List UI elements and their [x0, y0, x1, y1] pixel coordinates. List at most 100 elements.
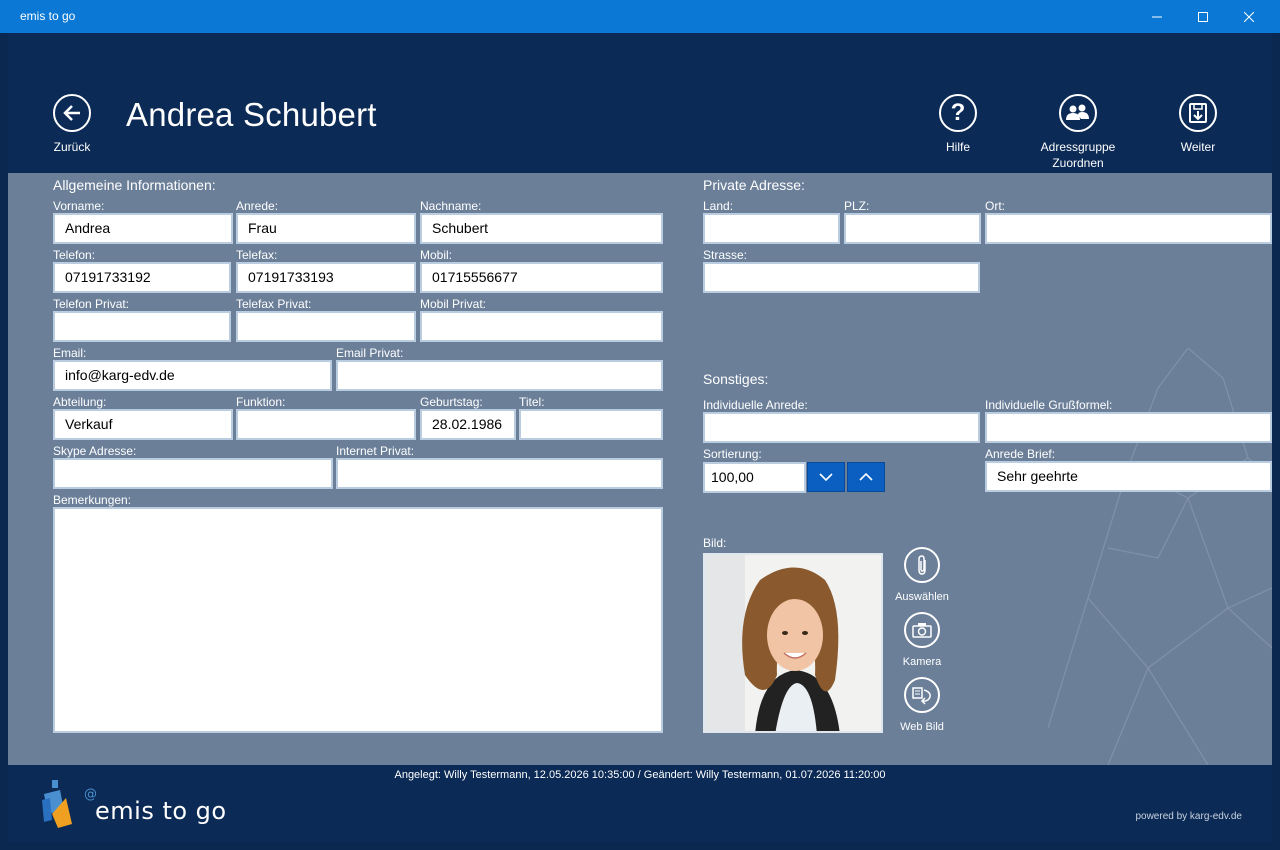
close-button[interactable]	[1226, 0, 1272, 33]
anrede-field[interactable]: Frau	[236, 213, 416, 244]
geburtstag-field[interactable]: 28.02.1986	[420, 409, 516, 440]
window-title: emis to go	[20, 9, 76, 23]
paperclip-icon	[918, 555, 926, 575]
users-icon	[1066, 104, 1089, 120]
select-image-label: Auswählen	[895, 591, 949, 603]
anrede-brief-label: Anrede Brief:	[985, 447, 1056, 461]
sortierung-up-button[interactable]	[847, 462, 885, 492]
funktion-field[interactable]	[236, 409, 416, 440]
arrow-left-icon	[63, 105, 80, 121]
email-field[interactable]: info@karg-edv.de	[53, 360, 332, 391]
telefon-label: Telefon:	[53, 248, 96, 262]
mobil-field[interactable]: 01715556677	[420, 262, 663, 293]
help-button[interactable]: ?	[939, 94, 977, 132]
camera-button[interactable]	[904, 612, 940, 648]
plz-label: PLZ:	[844, 199, 870, 213]
maximize-icon	[1198, 11, 1208, 22]
telefax-privat-label: Telefax Privat:	[236, 297, 312, 311]
email-privat-label: Email Privat:	[336, 346, 404, 360]
back-label: Zurück	[53, 140, 91, 154]
title-bar: emis to go	[0, 0, 1280, 33]
anrede-label: Anrede:	[236, 199, 279, 213]
maximize-button[interactable]	[1180, 0, 1226, 33]
question-icon: ?	[950, 99, 966, 126]
nachname-field[interactable]: Schubert	[420, 213, 663, 244]
save-icon	[1189, 103, 1207, 123]
select-image-button[interactable]	[904, 547, 940, 583]
web-image-icon	[912, 687, 931, 705]
help-label: Hilfe	[945, 140, 970, 154]
page-title: Andrea Schubert	[126, 96, 377, 133]
powered-by: powered by karg-edv.de	[1135, 811, 1242, 822]
image-label: Bild:	[703, 536, 727, 550]
camera-icon	[912, 623, 932, 638]
titel-label: Titel:	[519, 395, 545, 409]
email-label: Email:	[53, 346, 87, 360]
nachname-label: Nachname:	[420, 199, 482, 213]
individuelle-grussformel-label: Individuelle Grußformel:	[985, 398, 1113, 412]
address-group-button[interactable]	[1059, 94, 1097, 132]
back-button[interactable]	[53, 94, 91, 132]
internet-privat-field[interactable]	[336, 458, 663, 489]
mobil-privat-field[interactable]	[420, 311, 663, 342]
telefon-privat-field[interactable]	[53, 311, 231, 342]
ort-label: Ort:	[985, 199, 1005, 213]
titel-field[interactable]	[519, 409, 663, 440]
app-logo-icon: @	[42, 780, 97, 828]
bemerkungen-textarea[interactable]	[53, 507, 663, 733]
minimize-icon	[1152, 16, 1162, 17]
app-logo-text: emis to go	[95, 797, 227, 825]
telefax-field[interactable]: 07191733193	[236, 262, 416, 293]
individuelle-anrede-label: Individuelle Anrede:	[703, 398, 808, 412]
address-group-label-line2: Zuordnen	[1052, 156, 1104, 170]
telefon-field[interactable]: 07191733192	[53, 262, 231, 293]
form-content: Allgemeine Informationen: Vorname: Andre…	[8, 173, 1272, 765]
footer: Angelegt: Willy Testermann, 12.05.2026 1…	[8, 765, 1272, 842]
strasse-label: Strasse:	[703, 248, 748, 262]
chevron-down-icon	[819, 473, 833, 481]
abteilung-field[interactable]: Verkauf	[53, 409, 233, 440]
individuelle-anrede-field[interactable]	[703, 412, 980, 443]
contact-photo	[703, 553, 883, 733]
strasse-field[interactable]	[703, 262, 980, 293]
land-label: Land:	[703, 199, 734, 213]
app-window: emis to go Zurück Andrea Schubert ? Hilf…	[0, 0, 1280, 850]
audit-info: Angelegt: Willy Testermann, 12.05.2026 1…	[394, 769, 886, 781]
geburtstag-label: Geburtstag:	[420, 395, 483, 409]
telefax-privat-field[interactable]	[236, 311, 416, 342]
chevron-up-icon	[859, 473, 873, 481]
person-photo-image	[705, 555, 881, 731]
individuelle-grussformel-field[interactable]	[985, 412, 1272, 443]
bemerkungen-label: Bemerkungen:	[53, 493, 132, 507]
telefax-label: Telefax:	[236, 248, 278, 262]
telefon-privat-label: Telefon Privat:	[53, 297, 130, 311]
minimize-button[interactable]	[1134, 0, 1180, 33]
web-image-label: Web Bild	[900, 721, 944, 733]
private-address-title: Private Adresse:	[703, 177, 805, 193]
sortierung-label: Sortierung:	[703, 447, 762, 461]
mobil-label: Mobil:	[420, 248, 453, 262]
abteilung-label: Abteilung:	[53, 395, 107, 409]
sortierung-field[interactable]: 100,00	[703, 462, 806, 493]
skype-label: Skype Adresse:	[53, 444, 137, 458]
close-icon	[1244, 11, 1254, 22]
web-image-button[interactable]	[904, 677, 940, 713]
next-label: Weiter	[1180, 140, 1216, 154]
land-field[interactable]	[703, 213, 840, 244]
vorname-field[interactable]: Andrea	[53, 213, 233, 244]
app-frame: Zurück Andrea Schubert ? Hilfe Adressgru…	[8, 33, 1272, 842]
page-header: Zurück Andrea Schubert ? Hilfe Adressgru…	[8, 33, 1272, 173]
address-group-label: Adressgruppe Zuordnen	[1028, 139, 1128, 171]
email-privat-field[interactable]	[336, 360, 663, 391]
funktion-label: Funktion:	[236, 395, 286, 409]
next-button[interactable]	[1179, 94, 1217, 132]
skype-field[interactable]	[53, 458, 333, 489]
sortierung-down-button[interactable]	[807, 462, 845, 492]
ort-field[interactable]	[985, 213, 1272, 244]
plz-field[interactable]	[844, 213, 981, 244]
address-group-label-line1: Adressgruppe	[1040, 140, 1116, 154]
vorname-label: Vorname:	[53, 199, 105, 213]
camera-label: Kamera	[902, 656, 942, 668]
anrede-brief-select[interactable]: Sehr geehrte	[985, 461, 1272, 492]
misc-section-title: Sonstiges:	[703, 371, 769, 387]
